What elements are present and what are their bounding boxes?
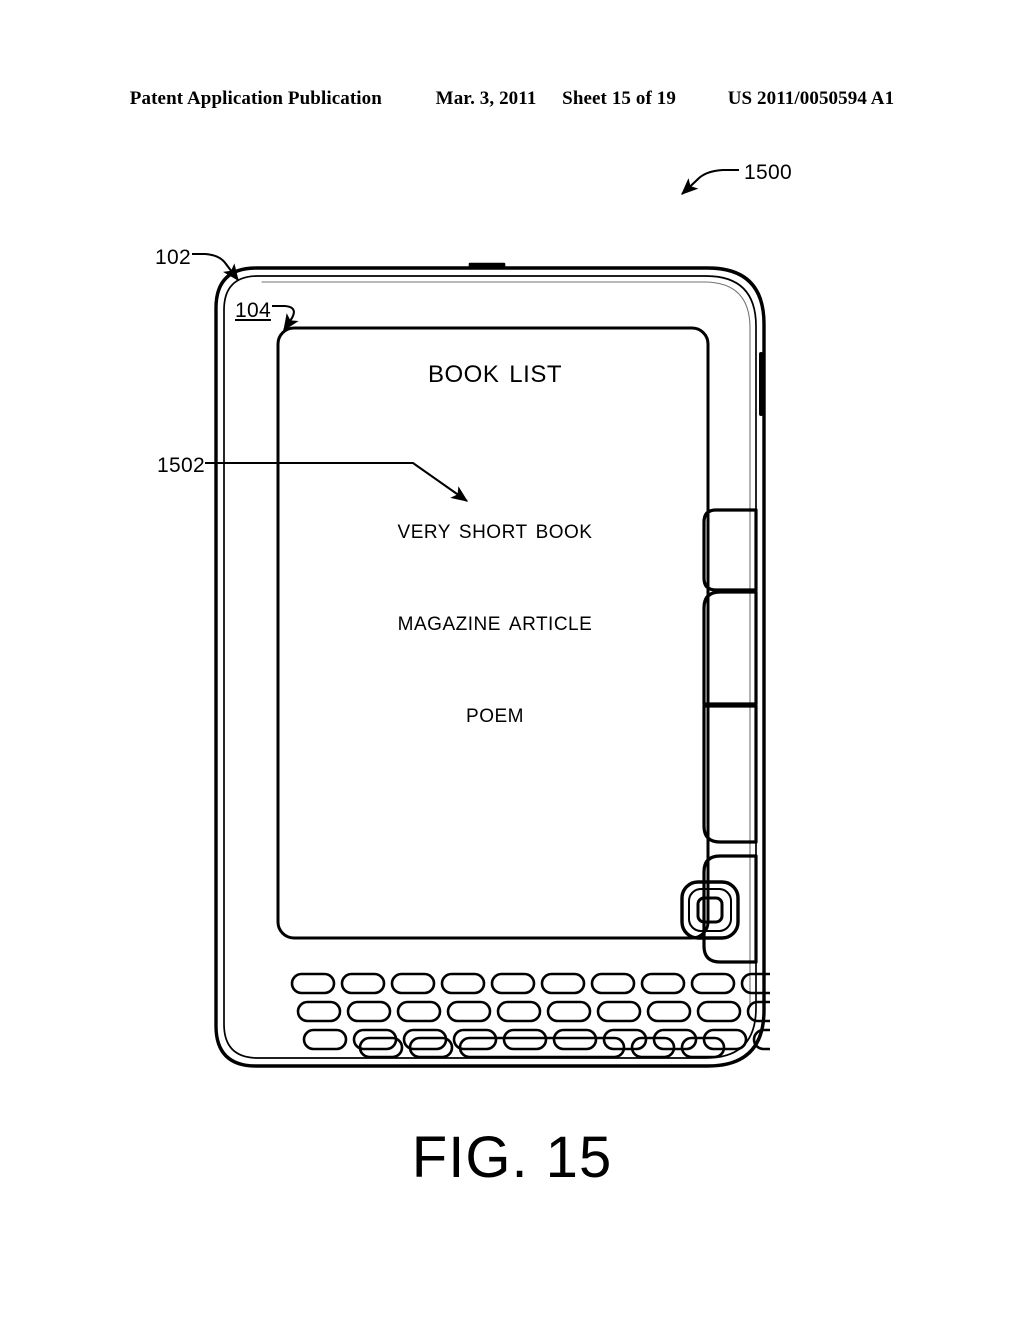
- keyboard-row-3: [302, 1028, 770, 1051]
- leader-line-1500: [681, 168, 739, 195]
- key: [302, 1028, 348, 1051]
- keyboard: [290, 972, 770, 1051]
- key: [652, 1028, 698, 1051]
- reference-numeral-102: 102: [155, 246, 191, 269]
- keyboard-row-1: [290, 972, 770, 995]
- key: [396, 1000, 442, 1023]
- page-forward-button: [702, 704, 758, 844]
- reference-numeral-1500: 1500: [744, 161, 792, 184]
- key: [296, 1000, 342, 1023]
- key: [490, 972, 536, 995]
- key: [340, 972, 386, 995]
- patent-header: Patent Application Publication Mar. 3, 2…: [0, 88, 1024, 110]
- key: [546, 1000, 592, 1023]
- key: [602, 1028, 648, 1051]
- list-item-magazine-article[interactable]: Magazine Article: [282, 606, 708, 637]
- key: [746, 1000, 770, 1023]
- list-item-poem[interactable]: Poem: [282, 698, 708, 729]
- key: [696, 1000, 742, 1023]
- key: [540, 972, 586, 995]
- key: [552, 1028, 598, 1051]
- key: [346, 1000, 392, 1023]
- key: [596, 1000, 642, 1023]
- key: [502, 1028, 548, 1051]
- menu-button: [702, 508, 758, 592]
- key: [290, 972, 336, 995]
- key: [646, 1000, 692, 1023]
- key: [440, 972, 486, 995]
- key: [390, 972, 436, 995]
- key: [640, 972, 686, 995]
- key: [446, 1000, 492, 1023]
- key: [702, 1028, 748, 1051]
- publication-date: Mar. 3, 2011: [435, 88, 537, 109]
- key: [590, 972, 636, 995]
- page-back-button: [702, 590, 758, 706]
- key: [452, 1028, 498, 1051]
- reference-numeral-1502: 1502: [157, 454, 205, 477]
- book-list-title: Book List: [428, 352, 562, 390]
- key: [496, 1000, 542, 1023]
- publication-label: Patent Application Publication: [129, 88, 382, 109]
- key: [690, 972, 736, 995]
- patent-number: US 2011/0050594 A1: [727, 88, 895, 109]
- device-top-notch: [468, 262, 506, 270]
- list-item-very-short-book[interactable]: Very Short Book: [282, 514, 708, 545]
- key: [352, 1028, 398, 1051]
- key: [402, 1028, 448, 1051]
- display-screen-content: Book List Very Short Book Magazine Artic…: [282, 334, 708, 938]
- sheet-number: Sheet 15 of 19: [562, 88, 676, 109]
- figure-caption: FIG. 15: [411, 1125, 613, 1190]
- keyboard-row-2: [296, 1000, 770, 1023]
